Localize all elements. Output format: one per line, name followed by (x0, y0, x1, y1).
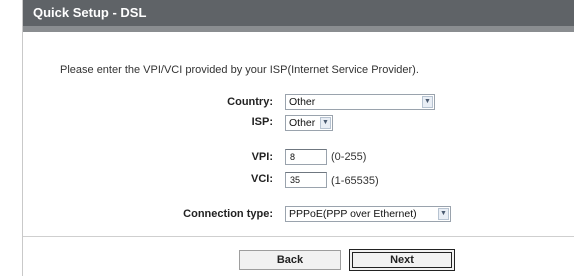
next-button[interactable]: Next (349, 249, 455, 271)
vpi-range: (0-255) (331, 151, 367, 163)
connection-type-value: PPPoE(PPP over Ethernet) (289, 208, 417, 220)
country-value: Other (289, 96, 316, 108)
isp-label: ISP: (251, 116, 273, 128)
chevron-down-icon: ▼ (320, 117, 331, 129)
isp-value: Other (289, 117, 316, 129)
instruction-text: Please enter the VPI/VCI provided by you… (60, 64, 419, 76)
chevron-down-icon: ▼ (438, 208, 449, 220)
page-title: Quick Setup - DSL (23, 0, 574, 32)
vpi-label: VPI: (251, 151, 273, 163)
vpi-input[interactable]: 8 (285, 149, 327, 165)
vci-label: VCI: (251, 173, 273, 185)
chevron-down-icon: ▼ (422, 96, 433, 108)
back-button[interactable]: Back (239, 250, 341, 270)
country-label: Country: (227, 96, 273, 108)
isp-select[interactable]: Other ▼ (285, 115, 333, 131)
vci-range: (1-65535) (331, 175, 379, 187)
connection-type-select[interactable]: PPPoE(PPP over Ethernet) ▼ (285, 206, 451, 222)
divider (23, 236, 574, 237)
connection-type-label: Connection type: (183, 208, 273, 220)
country-select[interactable]: Other ▼ (285, 94, 435, 110)
vci-input[interactable]: 35 (285, 172, 327, 188)
quick-setup-panel: Quick Setup - DSL Please enter the VPI/V… (22, 0, 574, 276)
